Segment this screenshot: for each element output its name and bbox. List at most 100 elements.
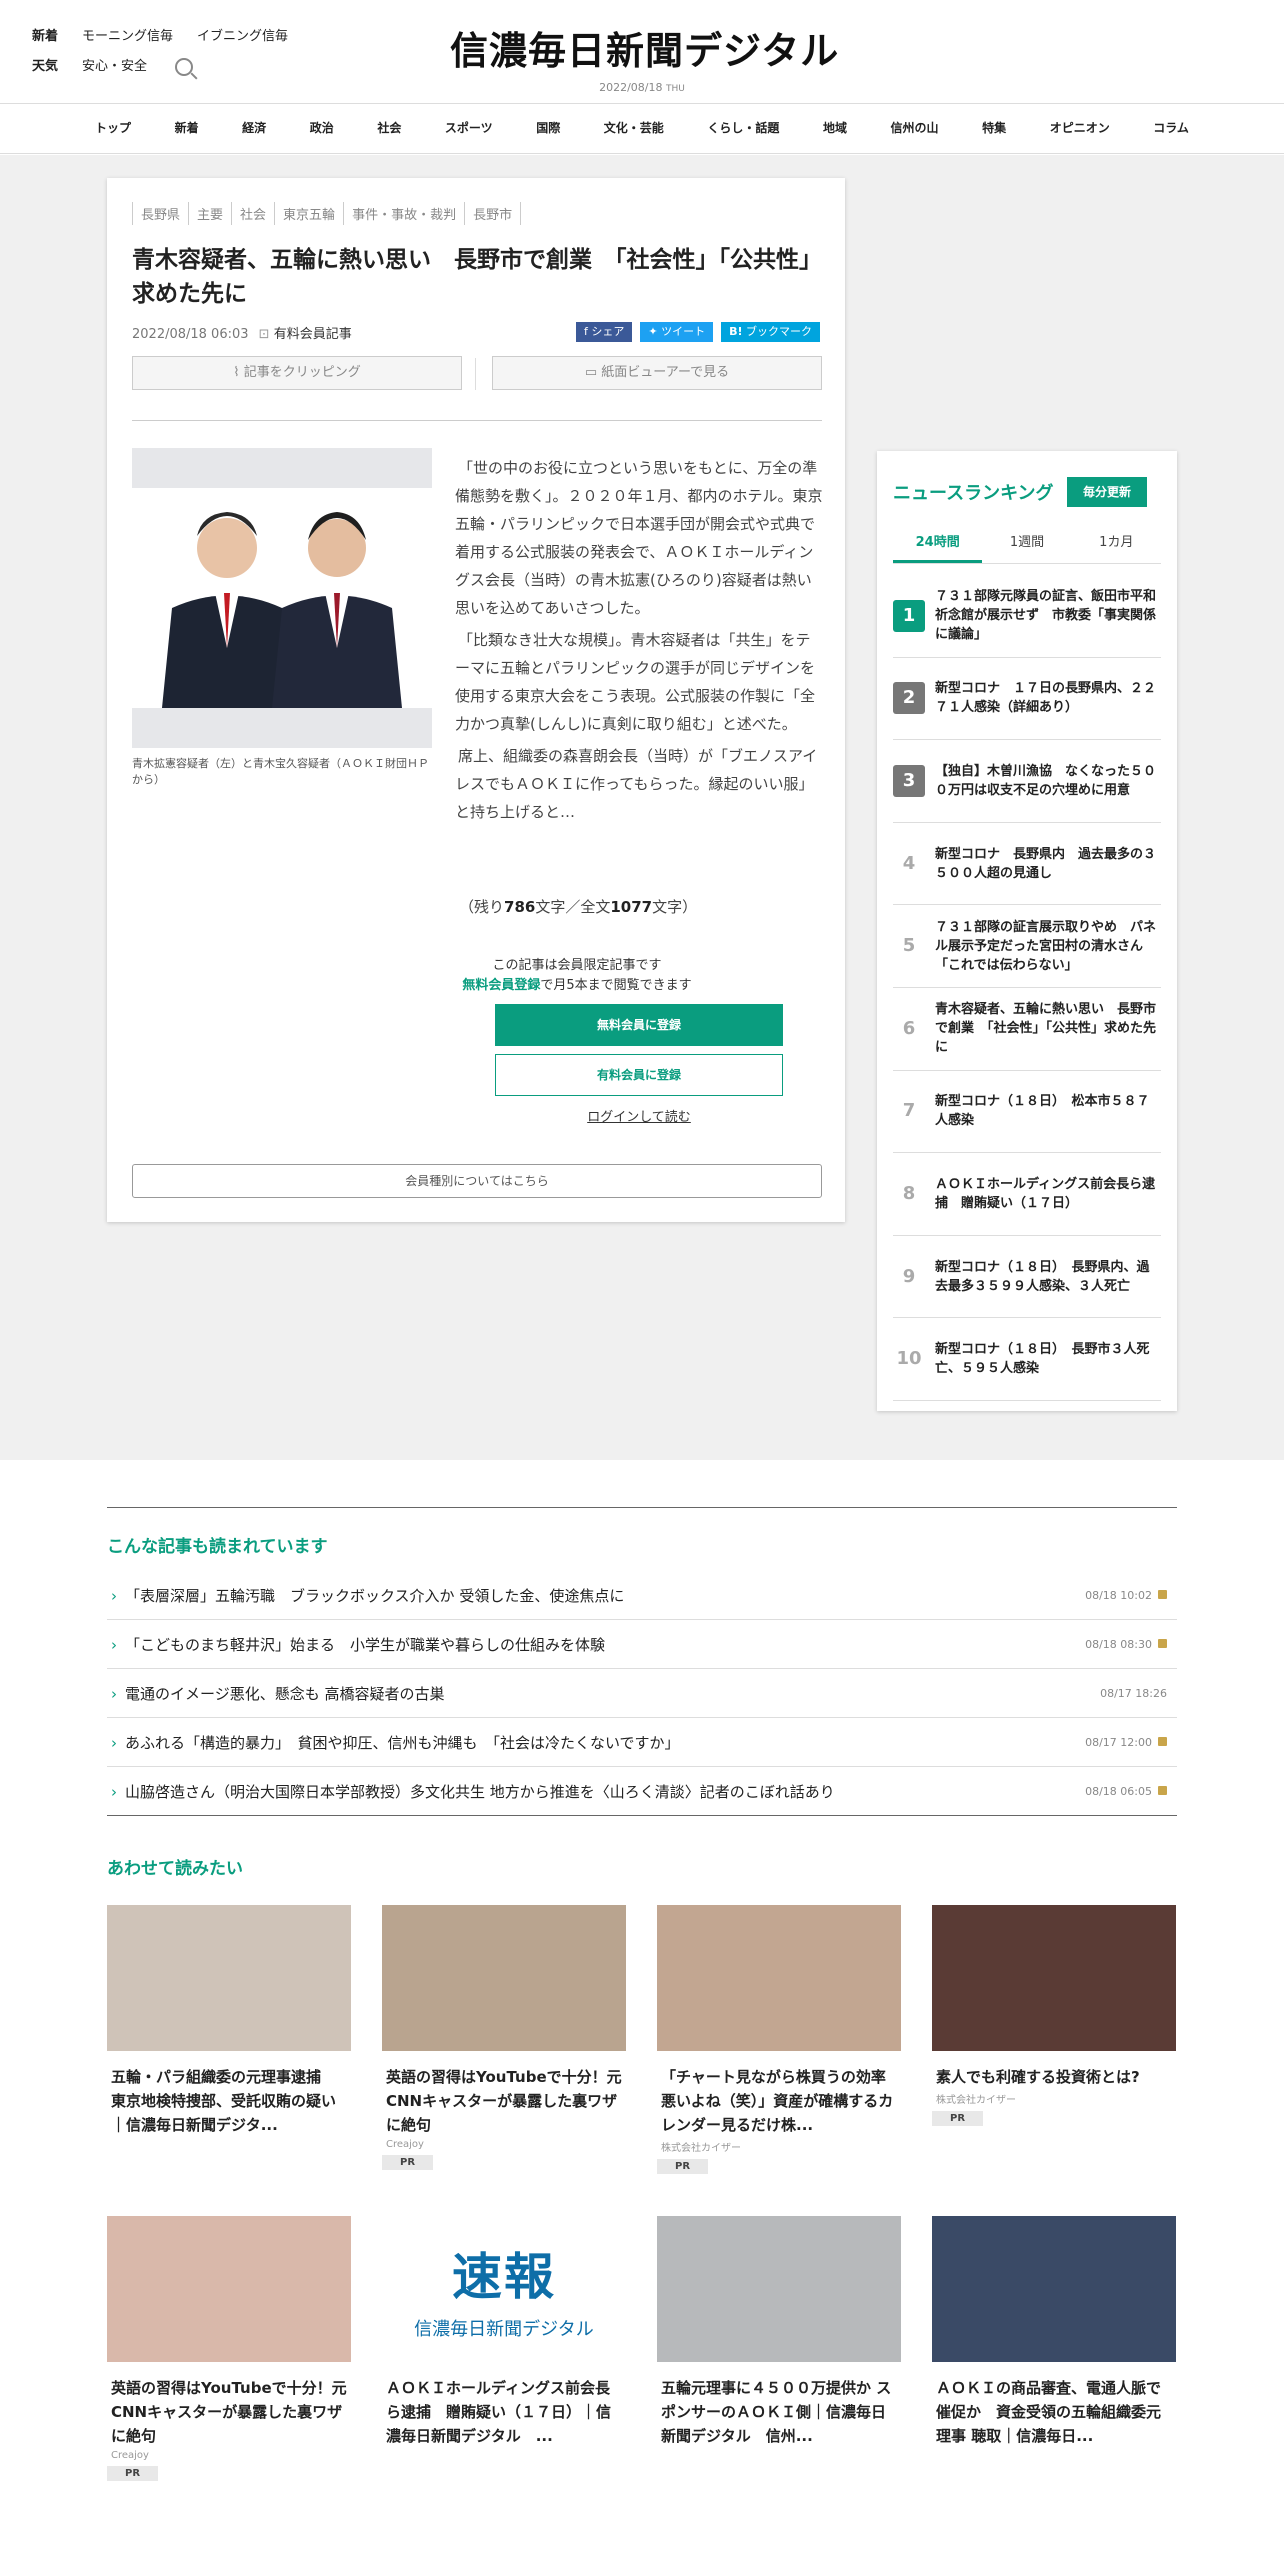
recommend-title: あわせて読みたい xyxy=(107,1859,243,1879)
paper-viewer-button[interactable]: ▭ 紙面ビューアーで見る xyxy=(492,356,822,390)
twitter-share-button[interactable]: ✦ ツイート xyxy=(640,322,714,342)
recommend-tile[interactable]: ＡＯＫＩの商品審査、電通人脈で催促か 資金受領の五輪組織委元理事 聴取｜信濃毎日… xyxy=(932,2216,1176,2448)
ranking-item[interactable]: 8 ＡＯＫＩホールディングス前会長ら逮捕 贈賄疑い（１７日） xyxy=(893,1153,1161,1236)
lock-icon xyxy=(1158,1638,1167,1648)
article-card: 長野県 主要 社会 東京五輪 事件・事故・裁判 長野市 青木容疑者、五輪に熱い思い 長野市… xyxy=(107,178,845,1222)
nav-item[interactable]: 社会 xyxy=(377,104,401,152)
ranking-item[interactable]: 7 新型コロナ（１８日） 松本市５８７人感染 xyxy=(893,1071,1161,1154)
link-safety[interactable]: 安心・安全 xyxy=(82,52,147,82)
article-paragraph: 席上、組織委の森喜朗会長（当時）が「ブエノスアイレスでもＡＯＫＩに作ってもらった… xyxy=(455,747,818,821)
tile-source: Creajoy xyxy=(386,2139,424,2150)
ranking-headline: 新型コロナ（１８日） 長野市３人死亡、５９５人感染 xyxy=(935,1342,1150,1377)
list-item[interactable]: 電通のイメージ悪化、懸念も 高橋容疑者の古巣 08/17 18:26 xyxy=(107,1669,1177,1718)
list-item[interactable]: 「表層深層」五輪汚職 ブラックボックス介入か 受領した金、使途焦点に 08/18 … xyxy=(107,1571,1177,1620)
list-item[interactable]: あふれる「構造的暴力」 貧困や抑圧、信州も沖縄も 「社会は冷たくないですか」 08… xyxy=(107,1718,1177,1767)
nav-item[interactable]: オピニオン xyxy=(1050,104,1110,152)
ranking-headline: 新型コロナ（１８日） 松本市５８７人感染 xyxy=(935,1094,1150,1129)
link-evening[interactable]: イブニング信毎 xyxy=(197,22,288,52)
twitter-icon: ✦ xyxy=(648,325,658,338)
ranking-item[interactable]: 3 【独自】木曽川漁協 なくなった５００万円は収支不足の穴埋めに用意 xyxy=(893,740,1161,823)
tile-title: ＡＯＫＩの商品審査、電通人脈で催促か 資金受領の五輪組織委元理事 聴取｜信濃毎日… xyxy=(936,2379,1162,2445)
hatena-icon: B! xyxy=(729,325,743,338)
photo-caption: 青木拡憲容疑者（左）と青木宝久容疑者（ＡＯＫＩ財団ＨＰから） xyxy=(132,757,429,786)
recommend-tile[interactable]: 素人でも利確する投資術とは? 株式会社カイザー PR xyxy=(932,1905,1176,2126)
recommend-tile[interactable]: 五輪・パラ組織委の元理事逮捕 東京地検特捜部、受託収賄の疑い｜信濃毎日新聞デジタ… xyxy=(107,1905,351,2137)
ranking-item[interactable]: 6 青木容疑者、五輪に熱い思い 長野市で創業 「社会性」「公共性」求めた先に xyxy=(893,988,1161,1071)
nav-item[interactable]: 経済 xyxy=(242,104,266,152)
rank-number: 3 xyxy=(893,764,925,797)
nav-item[interactable]: 地域 xyxy=(823,104,847,152)
link-new[interactable]: 新着 xyxy=(32,22,58,52)
nav-item[interactable]: くらし・話題 xyxy=(707,104,779,152)
tile-image xyxy=(657,2216,901,2362)
recommend-tile[interactable]: 英語の習得はYouTubeで十分！元CNNキャスターが暴露した裏ワザに絶句 Cre… xyxy=(382,1905,626,2170)
ranking-item[interactable]: 5 ７３１部隊の証言展示取りやめ パネル展示予定だった宮田村の清水さん「これでは伝… xyxy=(893,905,1161,988)
ranking-headline: ７３１部隊の証言展示取りやめ パネル展示予定だった宮田村の清水さん「これでは伝わ… xyxy=(935,919,1157,973)
link-weather[interactable]: 天気 xyxy=(32,52,58,82)
list-item[interactable]: 「こどものまち軽井沢」始まる 小学生が職業や暮らしの仕組みを体験 08/18 08… xyxy=(107,1620,1177,1669)
site-logo[interactable]: 信濃毎日新聞デジタル 2022/08/18 THU xyxy=(450,20,838,94)
tile-title: 「チャート見ながら株買うの効率悪いよね（笑）」資産が確構するカレンダー見るだけ株… xyxy=(661,2068,894,2134)
tile-title: 素人でも利確する投資術とは? xyxy=(936,2068,1140,2086)
ranking-item[interactable]: 2 新型コロナ １７日の長野県内、２２７１人感染（詳細あり） xyxy=(893,658,1161,741)
nav-item[interactable]: 特集 xyxy=(982,104,1006,152)
article-datetime: 2022/08/18 06:03 xyxy=(132,327,249,342)
nav-item[interactable]: コラム xyxy=(1153,104,1189,152)
tile-source: 株式会社カイザー xyxy=(936,2095,1016,2106)
news-ranking: ニュースランキング 毎分更新 24時間 1週間 1カ月 1 ７３１部隊元隊員の証言… xyxy=(877,451,1177,1411)
breaking-news-subtitle: 信濃毎日新聞デジタル xyxy=(414,2319,594,2340)
article-tag[interactable]: 主要 xyxy=(188,202,231,225)
tile-title: 英語の習得はYouTubeで十分！元CNNキャスターが暴露した裏ワザに絶句 xyxy=(111,2379,347,2445)
ranking-title: ニュースランキング xyxy=(893,483,1054,504)
recommend-tile[interactable]: 速報 信濃毎日新聞デジタル ＡＯＫＩホールディングス前会長ら逮捕 贈賄疑い（１７日）… xyxy=(382,2216,626,2448)
article-tag[interactable]: 長野県 xyxy=(132,202,188,225)
article-tag[interactable]: 事件・事故・裁判 xyxy=(343,202,464,225)
ranking-item[interactable]: 9 新型コロナ（１８日） 長野県内、過去最多３５９９人感染、３人死亡 xyxy=(893,1236,1161,1319)
article-date: 08/18 10:02 xyxy=(1085,1589,1167,1602)
pr-badge: PR xyxy=(382,2155,434,2170)
free-member-link[interactable]: 無料会員登録 xyxy=(462,978,540,993)
ranking-tabs: 24時間 1週間 1カ月 xyxy=(893,531,1161,564)
article-link: あふれる「構造的暴力」 貧困や抑圧、信州も沖縄も 「社会は冷たくないですか」 xyxy=(107,1732,680,1753)
tab-1week[interactable]: 1週間 xyxy=(982,531,1071,563)
ranking-item[interactable]: 4 新型コロナ 長野県内 過去最多の３５００人超の見通し xyxy=(893,823,1161,906)
rank-number: 7 xyxy=(902,1100,916,1122)
ranking-item[interactable]: 1 ７３１部隊元隊員の証言、飯田市平和祈念館が展示せず 市教委「事実関係に議論」 xyxy=(893,575,1161,658)
rank-number: 2 xyxy=(893,682,925,715)
hatena-bookmark-button[interactable]: B! ブックマーク xyxy=(721,322,820,342)
list-item[interactable]: 山脇啓造さん（明治大国際日本学部教授）多文化共生 地方から推進を〈山ろく清談〉記… xyxy=(107,1767,1177,1816)
rank-number: 9 xyxy=(902,1265,916,1287)
nav-item[interactable]: 新着 xyxy=(175,104,199,152)
member-limited-note: この記事は会員限定記事です 無料会員登録で月5本まで閲覧できます xyxy=(462,958,692,993)
nav-item[interactable]: 文化・芸能 xyxy=(604,104,664,152)
nav-item[interactable]: トップ xyxy=(95,104,131,152)
tab-24h[interactable]: 24時間 xyxy=(893,531,983,563)
register-paid-button[interactable]: 有料会員に登録 xyxy=(495,1054,783,1096)
nav-item[interactable]: 信州の山 xyxy=(891,104,939,152)
recommend-tile[interactable]: 五輪元理事に４５００万提供か スポンサーのＡＯＫＩ側｜信濃毎日新聞デジタル 信州… xyxy=(657,2216,901,2448)
recommend-tile[interactable]: 英語の習得はYouTubeで十分！元CNNキャスターが暴露した裏ワザに絶句 Cre… xyxy=(107,2216,351,2481)
clip-article-button[interactable]: ⌇ 記事をクリッピング xyxy=(132,356,462,390)
nav-item[interactable]: 政治 xyxy=(310,104,334,152)
register-free-button[interactable]: 無料会員に登録 xyxy=(495,1004,783,1046)
tab-1month[interactable]: 1カ月 xyxy=(1072,531,1161,563)
rank-number: 4 xyxy=(902,852,916,874)
article-tag[interactable]: 社会 xyxy=(231,202,274,225)
ranking-item[interactable]: 10 新型コロナ（１８日） 長野市３人死亡、５９５人感染 xyxy=(893,1318,1161,1401)
membership-info-button[interactable]: 会員種別についてはこちら xyxy=(132,1164,822,1198)
site-header: 新着 モーニング信毎 イブニング信毎 天気 安心・安全 信濃毎日新聞デジタル 2… xyxy=(0,0,1284,104)
facebook-share-button[interactable]: f シェア xyxy=(576,322,633,342)
nav-item[interactable]: スポーツ xyxy=(445,104,493,152)
lock-icon xyxy=(1158,1736,1167,1746)
login-link[interactable]: ログインして読む xyxy=(495,1106,783,1125)
article-tag[interactable]: 東京五輪 xyxy=(274,202,343,225)
article-tag[interactable]: 長野市 xyxy=(464,202,522,225)
recommend-tile[interactable]: 「チャート見ながら株買うの効率悪いよね（笑）」資産が確構するカレンダー見るだけ株… xyxy=(657,1905,901,2174)
article-date: 08/18 06:05 xyxy=(1085,1785,1167,1798)
link-morning[interactable]: モーニング信毎 xyxy=(82,22,173,52)
book-icon: ▭ xyxy=(584,365,598,380)
also-read-title: こんな記事も読まれています xyxy=(107,1537,328,1557)
nav-item[interactable]: 国際 xyxy=(536,104,560,152)
photo-two-men xyxy=(132,488,432,708)
search-icon[interactable] xyxy=(175,58,194,76)
